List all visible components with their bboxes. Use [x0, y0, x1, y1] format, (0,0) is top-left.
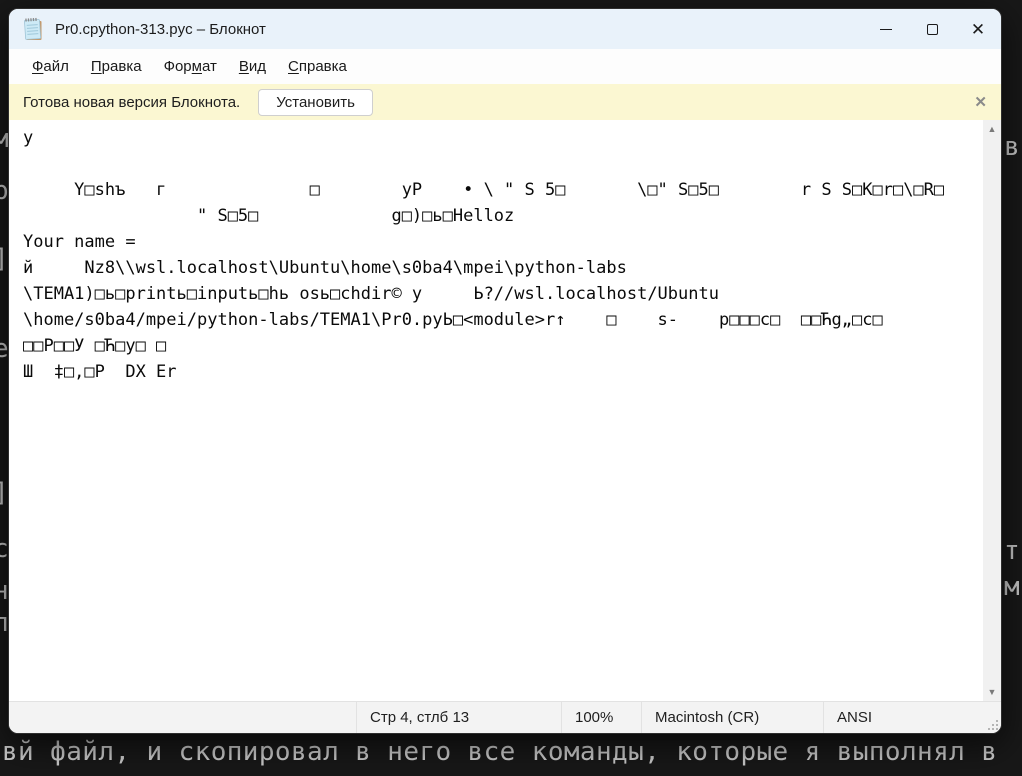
editor-line: у	[23, 125, 983, 151]
editor-line: Y□shъ г □ уР • \ " S 5□ \□" S□5□ r S S□K…	[23, 177, 983, 203]
notification-message: Готова новая версия Блокнота.	[23, 94, 240, 111]
status-line-ending: Macintosh (CR)	[641, 702, 823, 733]
desktop-terminal-text: вй файл, и скопировал в него все команды…	[2, 737, 997, 767]
minimize-button[interactable]	[863, 9, 909, 49]
close-icon: ✕	[971, 21, 985, 38]
menu-item-file[interactable]: Файл	[21, 54, 80, 79]
notification-close-icon[interactable]: ✕	[974, 93, 987, 111]
install-button[interactable]: Установить	[258, 89, 373, 116]
desktop-text-fragment: т	[1004, 536, 1020, 566]
menu-item-view[interactable]: Вид	[228, 54, 277, 79]
resize-grip[interactable]	[986, 718, 998, 730]
menu-item-edit[interactable]: Правка	[80, 54, 153, 79]
maximize-icon	[927, 24, 938, 35]
maximize-button[interactable]	[909, 9, 955, 49]
close-button[interactable]: ✕	[955, 9, 1001, 49]
desktop-text-fragment: м	[1004, 572, 1020, 602]
editor-line: " S□5□ g□)□ь□Helloz	[23, 203, 983, 229]
notepad-window: Pr0.cpython-313.pyc – Блокнот ✕ ФайлПрав…	[8, 8, 1002, 734]
editor-line: Ш ‡□,□P DX Er	[23, 359, 983, 385]
status-bar: Стр 4, стлб 13 100% Macintosh (CR) ANSI	[9, 701, 1001, 733]
update-notification-bar: Готова новая версия Блокнота. Установить…	[9, 84, 1001, 120]
text-editor[interactable]: у Y□shъ г □ уР • \ " S 5□ \□" S□5□ r S S…	[9, 120, 983, 701]
editor-line	[23, 151, 983, 177]
minimize-icon	[880, 29, 892, 30]
title-bar: Pr0.cpython-313.pyc – Блокнот ✕	[9, 9, 1001, 49]
editor-line: Your name =	[23, 229, 983, 255]
menu-item-format[interactable]: Формат	[153, 54, 228, 79]
desktop-text-fragment: в	[1004, 132, 1020, 162]
notepad-icon	[23, 17, 45, 41]
status-encoding: ANSI	[823, 702, 1001, 733]
scroll-down-button[interactable]: ▼	[983, 683, 1001, 701]
editor-area: у Y□shъ г □ уР • \ " S 5□ \□" S□5□ r S S…	[9, 120, 1001, 701]
status-spacer	[9, 702, 356, 733]
editor-line: й Nz8\\wsl.localhost\Ubuntu\home\s0ba4\m…	[23, 255, 983, 281]
editor-line: \TEMA1)□ь□printь□inputь□hь osь□chdir© у …	[23, 281, 983, 307]
window-controls: ✕	[863, 9, 1001, 49]
editor-line: □□P□□У □Ћ□у□ □	[23, 333, 983, 359]
menu-bar: ФайлПравкаФорматВидСправка	[9, 49, 1001, 84]
vertical-scrollbar[interactable]: ▲ ▼	[983, 120, 1001, 701]
status-cursor-position: Стр 4, стлб 13	[356, 702, 561, 733]
editor-line: \home/s0ba4/mpei/python-labs/TEMA1\Pr0.p…	[23, 307, 983, 333]
window-title: Pr0.cpython-313.pyc – Блокнот	[55, 21, 266, 38]
status-zoom-level: 100%	[561, 702, 641, 733]
menu-item-help[interactable]: Справка	[277, 54, 358, 79]
scroll-up-button[interactable]: ▲	[983, 120, 1001, 138]
